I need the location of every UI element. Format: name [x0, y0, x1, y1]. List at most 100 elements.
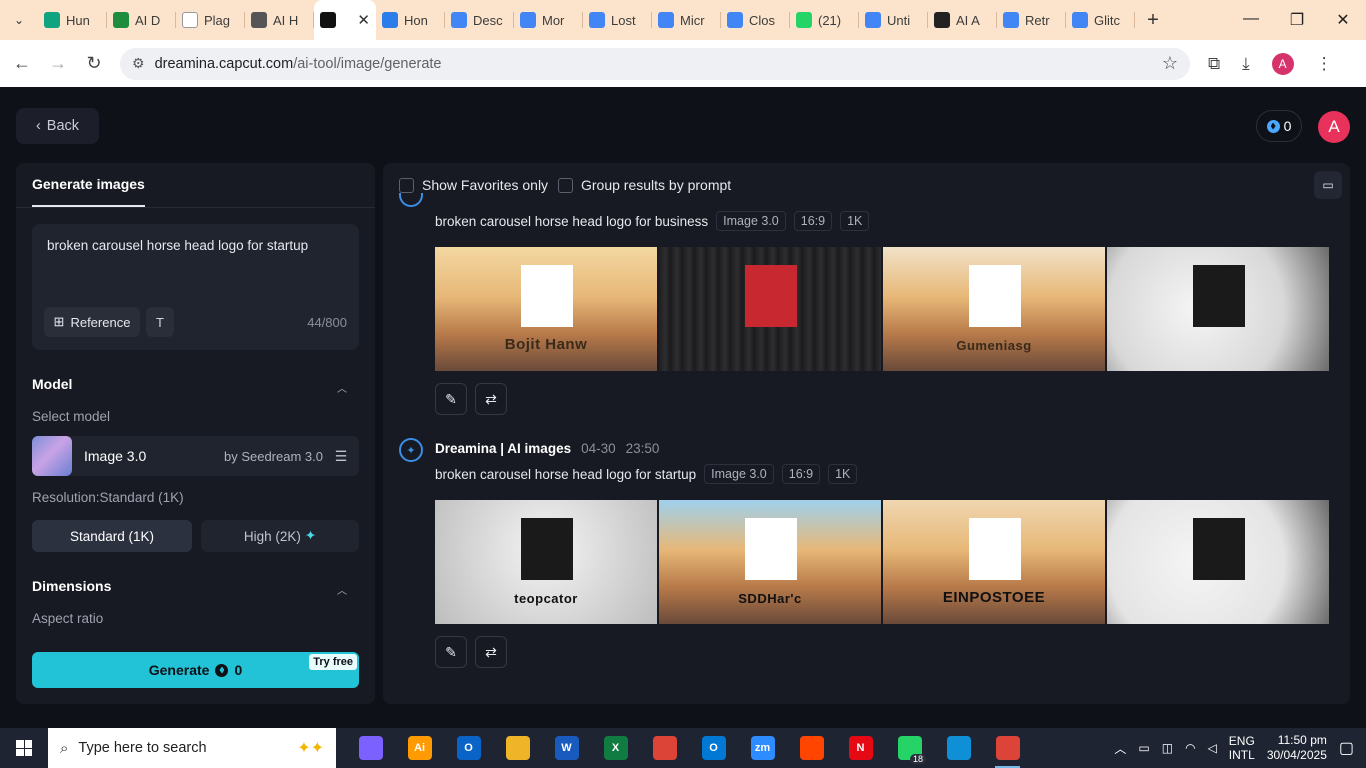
browser-tab[interactable]: Micr: [652, 0, 721, 40]
edit-pencil-icon[interactable]: ✎: [435, 636, 467, 668]
generated-image[interactable]: SDDHar'c: [659, 500, 881, 624]
new-tab-button[interactable]: +: [1135, 9, 1171, 32]
site-info-icon[interactable]: ⚙: [132, 55, 145, 72]
generated-image[interactable]: [659, 247, 881, 371]
browser-toolbar: ⧉ ⤓ A ⋮: [1208, 52, 1333, 75]
user-avatar[interactable]: A: [1318, 111, 1350, 143]
group-prompt[interactable]: broken carousel horse head logo for busi…: [435, 214, 708, 229]
group-prompt-row: broken carousel horse head logo for busi…: [435, 211, 870, 231]
notification-icon[interactable]: ▢: [1339, 738, 1354, 758]
taskbar-app[interactable]: [983, 728, 1032, 768]
browser-tab[interactable]: Hun: [38, 0, 107, 40]
taskbar-app[interactable]: [346, 728, 395, 768]
close-tab-icon[interactable]: ✕: [357, 11, 370, 29]
tab-label: Hon: [404, 12, 428, 28]
url-bar[interactable]: ⚙ dreamina.capcut.com/ai-tool/image/gene…: [120, 47, 1190, 80]
wifi-icon[interactable]: ◠: [1185, 741, 1195, 755]
generated-image[interactable]: teopcator: [435, 500, 657, 624]
forward-arrow-icon[interactable]: →: [40, 53, 76, 74]
horse-head-logo-icon: [745, 518, 797, 580]
browser-tab[interactable]: Retr: [997, 0, 1066, 40]
taskbar-app[interactable]: [640, 728, 689, 768]
taskbar-search[interactable]: ⌕ Type here to search ✦✦: [48, 728, 336, 768]
tab-label: Glitc: [1094, 12, 1120, 28]
regenerate-icon[interactable]: ⇄: [475, 383, 507, 415]
start-button[interactable]: [0, 728, 48, 768]
prompt-input[interactable]: broken carousel horse head logo for star…: [32, 224, 359, 350]
extensions-icon[interactable]: ⧉: [1208, 54, 1220, 74]
generated-image[interactable]: [1107, 247, 1329, 371]
browser-tab[interactable]: AI H: [245, 0, 314, 40]
checkbox-icon[interactable]: [558, 177, 573, 193]
minimize-icon[interactable]: —: [1228, 10, 1274, 30]
edit-pencil-icon[interactable]: ✎: [435, 383, 467, 415]
taskbar-app[interactable]: O: [689, 728, 738, 768]
profile-avatar[interactable]: A: [1271, 52, 1294, 75]
generated-image[interactable]: Gumeniasg: [883, 247, 1105, 371]
browser-tab-strip: ⌄ Hun AI D Plag AI H ✕ Hon Desc Mor Lost Micr Clos…: [0, 0, 1366, 40]
browser-tab[interactable]: AI D: [107, 0, 176, 40]
tab-generate-images[interactable]: Generate images: [32, 163, 145, 207]
folder-icon[interactable]: ▭: [1314, 171, 1342, 199]
generate-button[interactable]: Generate 0 Try free: [32, 652, 359, 688]
reload-icon[interactable]: ↻: [76, 53, 112, 74]
credits-badge[interactable]: 0: [1256, 110, 1302, 142]
taskbar-app[interactable]: [493, 728, 542, 768]
browser-tab[interactable]: AI A: [928, 0, 997, 40]
taskbar-app[interactable]: [934, 728, 983, 768]
taskbar-app[interactable]: X: [591, 728, 640, 768]
lang-bottom: INTL: [1228, 748, 1255, 762]
language-indicator[interactable]: ENG INTL: [1229, 734, 1255, 762]
camera-icon[interactable]: ◫: [1162, 741, 1173, 755]
sliders-icon[interactable]: ☰: [323, 448, 359, 465]
chevron-up-icon[interactable]: ︿: [337, 380, 347, 395]
model-selector[interactable]: Image 3.0 by Seedream 3.0 ☰: [32, 436, 359, 476]
restore-icon[interactable]: ❐: [1274, 10, 1320, 30]
taskbar-app[interactable]: Ai: [395, 728, 444, 768]
ratio-tag: 16:9: [781, 464, 821, 484]
taskbar-app[interactable]: zm: [738, 728, 787, 768]
prompt-text[interactable]: broken carousel horse head logo for star…: [47, 238, 308, 253]
browser-tab[interactable]: Hon: [376, 0, 445, 40]
download-icon[interactable]: ⤓: [1242, 54, 1250, 74]
browser-tab[interactable]: (21): [790, 0, 859, 40]
taskbar-app[interactable]: N: [836, 728, 885, 768]
generated-image[interactable]: [1107, 500, 1329, 624]
browser-tab[interactable]: Clos: [721, 0, 790, 40]
show-favorites-checkbox[interactable]: Show Favorites only: [399, 177, 548, 193]
browser-tab[interactable]: Desc: [445, 0, 514, 40]
battery-icon[interactable]: ▭: [1138, 741, 1149, 755]
checkbox-icon[interactable]: [399, 177, 414, 193]
resolution-high-button[interactable]: High (2K) ✦: [201, 520, 359, 552]
taskbar-app[interactable]: 18: [885, 728, 934, 768]
taskbar-app[interactable]: [787, 728, 836, 768]
text-format-button[interactable]: T: [146, 307, 174, 337]
browser-tab[interactable]: Mor: [514, 0, 583, 40]
bookmark-star-icon[interactable]: ☆: [1162, 53, 1178, 74]
reference-button[interactable]: ⊞ Reference: [44, 307, 140, 337]
back-arrow-icon[interactable]: ←: [4, 53, 40, 74]
clock[interactable]: 11:50 pm 30/04/2025: [1267, 733, 1327, 763]
group-by-prompt-checkbox[interactable]: Group results by prompt: [558, 177, 731, 193]
tray-chevron-icon[interactable]: ︿: [1114, 740, 1126, 757]
browser-tab[interactable]: Lost: [583, 0, 652, 40]
tab-search-dropdown-icon[interactable]: ⌄: [0, 0, 38, 40]
back-button[interactable]: ‹ Back: [16, 108, 99, 144]
browser-tab[interactable]: Plag: [176, 0, 245, 40]
resolution-standard-button[interactable]: Standard (1K): [32, 520, 192, 552]
generated-image[interactable]: Bojit Hanw: [435, 247, 657, 371]
browser-menu-icon[interactable]: ⋮: [1316, 54, 1333, 74]
close-window-icon[interactable]: ✕: [1320, 10, 1366, 30]
taskbar-app[interactable]: W: [542, 728, 591, 768]
group-prompt[interactable]: broken carousel horse head logo for star…: [435, 467, 696, 482]
horse-head-logo-icon: [521, 265, 573, 327]
chevron-up-icon[interactable]: ︿: [337, 582, 347, 597]
volume-icon[interactable]: ◁: [1208, 741, 1217, 755]
browser-tab[interactable]: Unti: [859, 0, 928, 40]
generated-image[interactable]: EINPOSTOEE: [883, 500, 1105, 624]
browser-tab[interactable]: Glitc: [1066, 0, 1135, 40]
browser-tab[interactable]: ✕: [314, 0, 376, 40]
char-count: 44/800: [307, 315, 347, 330]
regenerate-icon[interactable]: ⇄: [475, 636, 507, 668]
taskbar-app[interactable]: O: [444, 728, 493, 768]
